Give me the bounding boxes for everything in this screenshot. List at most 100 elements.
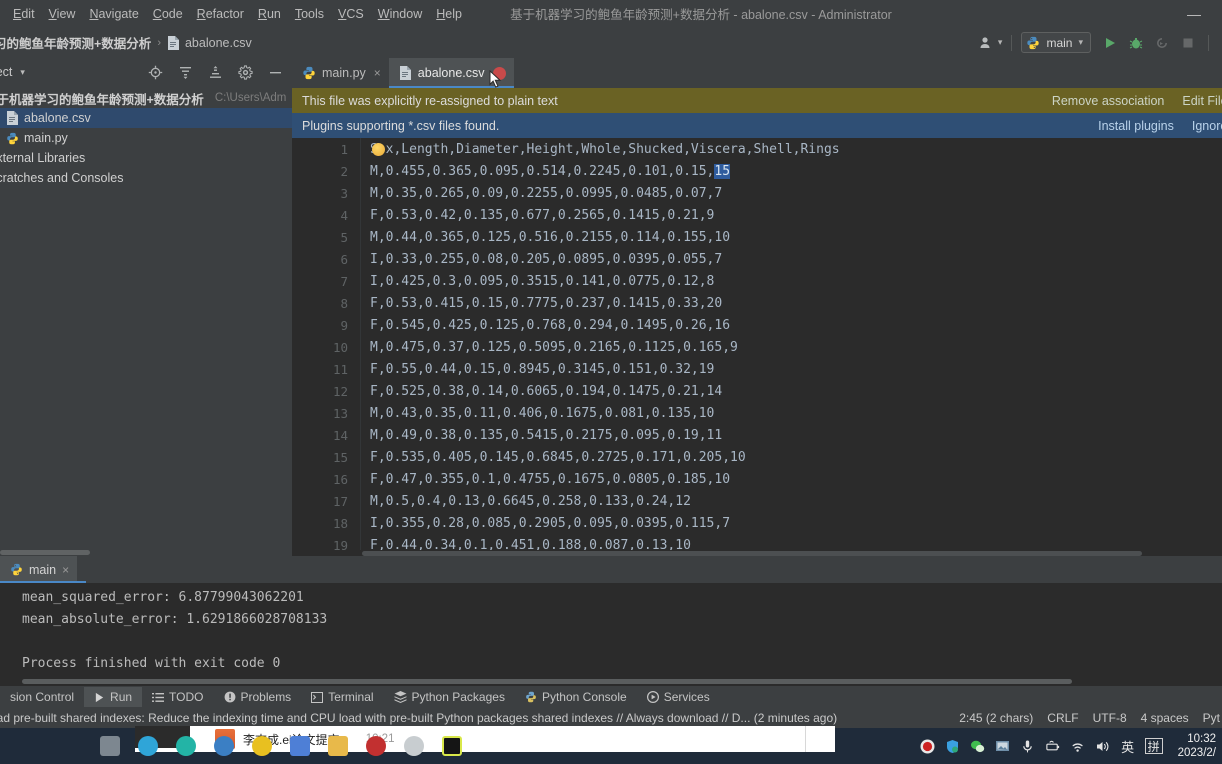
menu-tools[interactable]: Tools — [288, 3, 331, 25]
collapse-all-icon[interactable] — [204, 61, 226, 83]
code-line-text[interactable]: I,0.425,0.3,0.095,0.3515,0.141,0.0775,0.… — [360, 274, 714, 289]
code-line-text[interactable]: M,0.49,0.38,0.135,0.5415,0.2175,0.095,0.… — [360, 428, 722, 443]
opera-icon[interactable] — [366, 736, 386, 756]
editor-tab-abalone-csv[interactable]: abalone.csv — [389, 58, 514, 88]
shield-icon[interactable] — [945, 738, 961, 754]
chrome-icon[interactable] — [252, 736, 272, 756]
chevron-down-icon[interactable]: ▾ — [1078, 37, 1083, 48]
notification-link-remove-association[interactable]: Remove association — [1052, 94, 1165, 108]
console-horizontal-scrollbar[interactable] — [22, 679, 1072, 684]
breadcrumb-file[interactable]: abalone.csv — [185, 36, 252, 50]
menu-view[interactable]: View — [42, 3, 83, 25]
edge-icon[interactable] — [138, 736, 158, 756]
tree-node-libraries[interactable]: External Libraries — [0, 148, 292, 168]
account-caret-icon[interactable]: ▾ — [998, 37, 1003, 48]
notification-link-install-plugins[interactable]: Install plugins — [1098, 119, 1174, 133]
tree-node-label: External Libraries — [0, 151, 85, 165]
breadcrumb-project[interactable]: 习的鲍鱼年龄预测+数据分析 — [0, 33, 151, 52]
qq-icon[interactable] — [214, 736, 234, 756]
taskbar-clock[interactable]: 10:32 2023/2/ — [1178, 732, 1216, 761]
code-line-text[interactable]: M,0.475,0.37,0.125,0.5095,0.2165,0.1125,… — [360, 340, 738, 355]
code-line-text[interactable]: I,0.33,0.255,0.08,0.205,0.0895,0.0395,0.… — [360, 252, 722, 267]
code-line-text[interactable]: F,0.53,0.42,0.135,0.677,0.2565,0.1415,0.… — [360, 208, 714, 223]
status-message[interactable]: oad pre-built shared indexes: Reduce the… — [0, 711, 837, 725]
tool-window-button-python-console[interactable]: Python Console — [515, 687, 637, 707]
minimize-button[interactable]: — — [1174, 0, 1214, 27]
tool-window-button-problems[interactable]: Problems — [214, 687, 302, 707]
caret-position[interactable]: 2:45 (2 chars) — [959, 711, 1033, 725]
run-configuration-selector[interactable]: main ▾ — [1021, 32, 1091, 53]
code-line-text[interactable]: M,0.455,0.365,0.095,0.514,0.2245,0.101,0… — [360, 164, 730, 179]
volume-icon[interactable] — [1095, 738, 1111, 754]
code-line-text[interactable]: F,0.55,0.44,0.15,0.8945,0.3145,0.151,0.3… — [360, 362, 714, 377]
intention-bulb-icon[interactable] — [372, 143, 385, 156]
debug-bug-icon[interactable] — [1125, 32, 1147, 54]
tree-node-project-root[interactable]: 基于机器学习的鲍鱼年龄预测+数据分析C:\Users\Adm — [0, 88, 292, 108]
close-icon[interactable] — [493, 67, 506, 80]
browser-icon[interactable] — [176, 736, 196, 756]
tool-window-button-todo[interactable]: TODO — [142, 687, 213, 707]
code-line-text[interactable]: S x,Length,Diameter,Height,Whole,Shucked… — [360, 142, 840, 157]
menu-navigate[interactable]: Navigate — [82, 3, 145, 25]
project-panel-scrollbar[interactable] — [0, 550, 90, 555]
code-line-text[interactable]: F,0.47,0.355,0.1,0.4755,0.1675,0.0805,0.… — [360, 472, 730, 487]
tree-node-scratches[interactable]: Scratches and Consoles — [0, 168, 292, 188]
indent-setting[interactable]: 4 spaces — [1141, 711, 1189, 725]
tree-node-python-file[interactable]: main.py — [0, 128, 292, 148]
ime-mode-icon[interactable]: 拼 — [1145, 738, 1163, 754]
code-line-text[interactable]: I,0.355,0.28,0.085,0.2905,0.095,0.0395,0… — [360, 516, 730, 531]
code-line-text[interactable]: M,0.35,0.265,0.09,0.2255,0.0995,0.0485,0… — [360, 186, 722, 201]
wifi-icon[interactable] — [1070, 738, 1086, 754]
code-line-text[interactable]: F,0.545,0.425,0.125,0.768,0.294,0.1495,0… — [360, 318, 730, 333]
pycharm-taskbar-icon[interactable] — [442, 736, 462, 756]
code-line-text[interactable]: F,0.53,0.415,0.15,0.7775,0.237,0.1415,0.… — [360, 296, 722, 311]
line-separator[interactable]: CRLF — [1047, 711, 1078, 725]
tool-window-button-python-packages[interactable]: Python Packages — [384, 687, 515, 707]
close-icon[interactable]: × — [374, 66, 381, 80]
screenshot-icon[interactable] — [995, 738, 1011, 754]
expand-all-icon[interactable] — [174, 61, 196, 83]
tool-window-button-terminal[interactable]: Terminal — [301, 687, 383, 707]
wps-icon[interactable] — [290, 736, 310, 756]
hide-tool-window-icon[interactable] — [264, 61, 286, 83]
menu-help[interactable]: Help — [429, 3, 469, 25]
notification-link-edit-file-ty[interactable]: Edit File Ty — [1182, 94, 1222, 108]
record-icon[interactable] — [920, 738, 936, 754]
menu-code[interactable]: Code — [146, 3, 190, 25]
run-tab-main[interactable]: main × — [0, 556, 77, 583]
account-icon[interactable] — [976, 32, 998, 54]
editor-code-area[interactable]: 1S x,Length,Diameter,Height,Whole,Shucke… — [292, 138, 1222, 556]
run-configuration-label: main — [1046, 36, 1072, 50]
code-line-text[interactable]: M,0.5,0.4,0.13,0.6645,0.258,0.133,0.24,1… — [360, 494, 691, 509]
menu-run[interactable]: Run — [251, 3, 288, 25]
microphone-icon[interactable] — [1020, 738, 1036, 754]
run-console-output[interactable]: mean_squared_error: 6.87799043062201mean… — [0, 583, 1222, 686]
menu-vcs[interactable]: VCS — [331, 3, 371, 25]
menu-refactor[interactable]: Refactor — [190, 3, 251, 25]
tool-window-button-run[interactable]: Run — [84, 687, 142, 707]
ime-language-icon[interactable]: 英 — [1120, 738, 1136, 754]
tree-node-csv-file[interactable]: abalone.csv — [0, 108, 292, 128]
editor-tab-main-py[interactable]: main.py× — [292, 58, 389, 88]
menu-edit[interactable]: Edit — [6, 3, 42, 25]
code-line-text[interactable]: F,0.535,0.405,0.145,0.6845,0.2725,0.171,… — [360, 450, 746, 465]
close-icon[interactable]: × — [62, 563, 69, 577]
notification-link-ignore-ex[interactable]: Ignore ex — [1192, 119, 1222, 133]
run-play-icon[interactable] — [1099, 32, 1121, 54]
tool-window-button-services[interactable]: Services — [637, 687, 720, 707]
code-line-text[interactable]: M,0.44,0.365,0.125,0.516,0.2155,0.114,0.… — [360, 230, 730, 245]
menu-window[interactable]: Window — [371, 3, 429, 25]
locate-icon[interactable] — [144, 61, 166, 83]
file-encoding[interactable]: UTF-8 — [1093, 711, 1127, 725]
gear-icon[interactable] — [234, 61, 256, 83]
code-line-text[interactable]: M,0.43,0.35,0.11,0.406,0.1675,0.081,0.13… — [360, 406, 714, 421]
wechat-taskbar-icon[interactable] — [404, 736, 424, 756]
code-line-text[interactable]: F,0.525,0.38,0.14,0.6065,0.194,0.1475,0.… — [360, 384, 722, 399]
battery-icon[interactable] — [1045, 738, 1061, 754]
folder-icon[interactable] — [328, 736, 348, 756]
wechat-icon[interactable] — [970, 738, 986, 754]
python-interpreter[interactable]: Pyt — [1203, 711, 1220, 725]
taskview-icon[interactable] — [100, 736, 120, 756]
chevron-down-icon[interactable]: ▾ — [20, 67, 25, 78]
tool-window-button-sion-control[interactable]: sion Control — [0, 687, 84, 707]
